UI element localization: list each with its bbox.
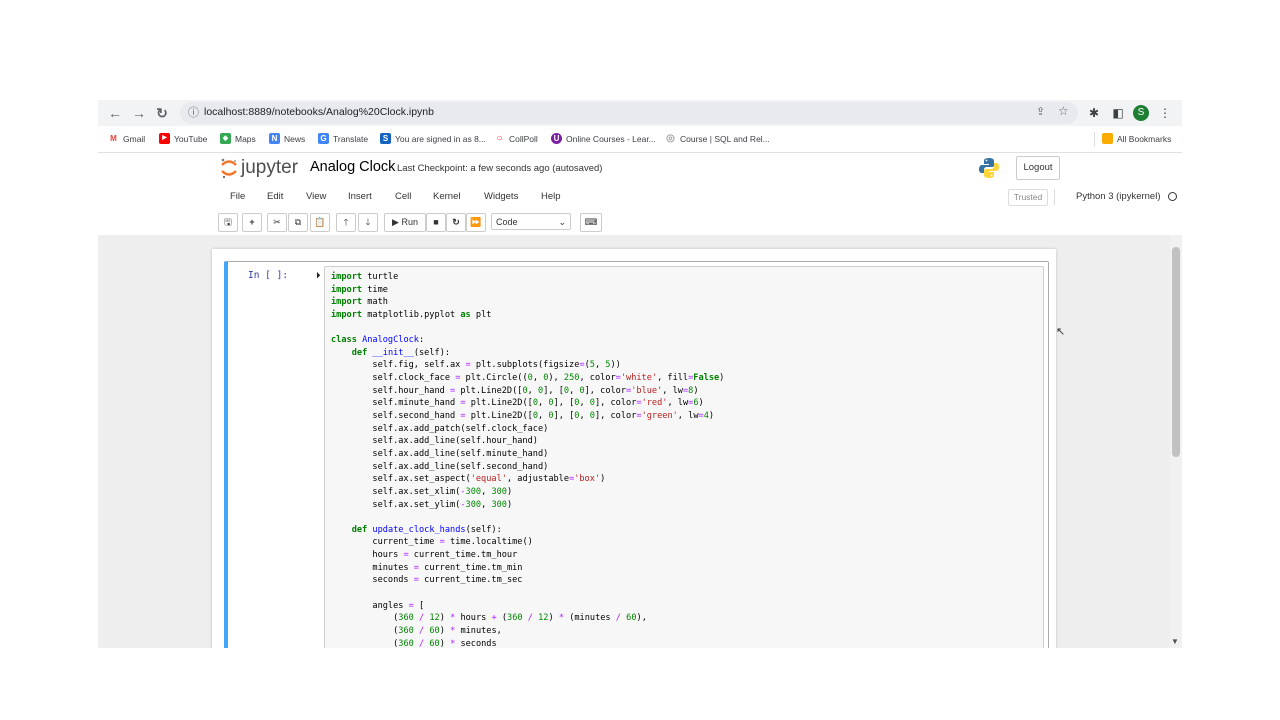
restart-icon[interactable]: ↻ xyxy=(446,213,466,232)
mouse-cursor-icon: ↖ xyxy=(1056,326,1066,338)
bookmark-online-courses[interactable]: U Online Courses - Lear... xyxy=(551,133,656,144)
bookmark-youtube[interactable]: ▶ YouTube xyxy=(159,133,207,144)
logout-button[interactable]: Logout xyxy=(1016,156,1060,180)
youtube-icon: ▶ xyxy=(159,133,170,144)
all-bookmarks[interactable]: All Bookmarks xyxy=(1102,133,1171,144)
url-text[interactable]: localhost:8889/notebooks/Analog%20Clock.… xyxy=(204,106,434,118)
jupyter-header: jupyter Analog Clock Last Checkpoint: a … xyxy=(98,153,1182,233)
menu-edit[interactable]: Edit xyxy=(267,191,283,202)
checkpoint-status: Last Checkpoint: a few seconds ago (auto… xyxy=(397,163,603,174)
interrupt-icon[interactable]: ■ xyxy=(426,213,446,232)
bookmark-news[interactable]: N News xyxy=(269,133,305,144)
menu-widgets[interactable]: Widgets xyxy=(484,191,518,202)
all-bookmarks-label: All Bookmarks xyxy=(1117,133,1172,144)
scroll-down-arrow-icon[interactable]: ▼ xyxy=(1171,637,1179,646)
menubar: File Edit View Insert Cell Kernel Widget… xyxy=(218,186,1177,208)
reload-icon[interactable]: ↻ xyxy=(153,104,171,122)
translate-icon: G xyxy=(318,133,329,144)
bookmark-label: CollPoll xyxy=(509,133,538,144)
bookmark-label: You are signed in as 8... xyxy=(395,133,486,144)
code-cell[interactable]: In [ ]: ⏵ import turtle import time impo… xyxy=(224,261,1049,648)
bookmark-label: Maps xyxy=(235,133,256,144)
bookmarks-bar: M Gmail ▶ YouTube ◆ Maps N News G Transl… xyxy=(98,126,1182,153)
browser-window: ← → ↻ ⓘ localhost:8889/notebooks/Analog%… xyxy=(98,100,1182,648)
bookmark-label: News xyxy=(284,133,306,144)
cell-type-value: Code xyxy=(496,217,518,227)
share-icon[interactable]: ⇪ xyxy=(1036,105,1045,118)
bookmark-label: Translate xyxy=(333,133,369,144)
menu-insert[interactable]: Insert xyxy=(348,191,372,202)
menu-kebab-icon[interactable]: ⋮ xyxy=(1157,105,1173,121)
trusted-indicator[interactable]: Trusted xyxy=(1008,189,1048,206)
cut-icon[interactable]: ✂ xyxy=(267,213,287,232)
menu-file[interactable]: File xyxy=(230,191,245,202)
menu-view[interactable]: View xyxy=(306,191,326,202)
bookmark-gmail[interactable]: M Gmail xyxy=(108,133,145,144)
bookmark-sql-course[interactable]: ◎ Course | SQL and Rel... xyxy=(665,133,770,144)
scrollbar-thumb[interactable] xyxy=(1172,247,1180,457)
copy-icon[interactable]: ⧉ xyxy=(288,213,308,232)
bookmark-maps[interactable]: ◆ Maps xyxy=(220,133,256,144)
gmail-icon: M xyxy=(108,133,119,144)
move-up-icon[interactable]: 🡑 xyxy=(336,213,356,232)
udemy-icon: U xyxy=(551,133,562,144)
run-button[interactable]: ▶ Run xyxy=(384,213,426,232)
run-cell-icon[interactable]: ⏵ xyxy=(316,270,321,281)
python-logo-icon xyxy=(978,157,1000,179)
bookmark-label: Gmail xyxy=(123,133,146,144)
notebook-container: In [ ]: ⏵ import turtle import time impo… xyxy=(98,235,1182,648)
kernel-status-icon xyxy=(1168,192,1177,201)
globe-icon: ◎ xyxy=(665,133,676,144)
insert-cell-icon[interactable]: + xyxy=(242,213,262,232)
keyboard-icon[interactable]: ⌨ xyxy=(580,213,602,232)
omnibox[interactable]: ⓘ localhost:8889/notebooks/Analog%20Cloc… xyxy=(180,102,1078,124)
collpoll-icon: ○ xyxy=(494,133,505,144)
side-panel-icon[interactable]: ◧ xyxy=(1110,105,1126,121)
menu-kernel[interactable]: Kernel xyxy=(433,191,460,202)
forward-icon[interactable]: → xyxy=(130,104,148,122)
save-icon[interactable]: 🖫 xyxy=(218,213,238,232)
bookmark-signed-in[interactable]: S You are signed in as 8... xyxy=(380,133,486,144)
cell-prompt: In [ ]: xyxy=(248,270,289,281)
move-down-icon[interactable]: 🡓 xyxy=(358,213,378,232)
notebook-sheet: In [ ]: ⏵ import turtle import time impo… xyxy=(212,249,1056,648)
jupyter-logo[interactable]: jupyter xyxy=(220,157,298,179)
bookmark-collpoll[interactable]: ○ CollPoll xyxy=(494,133,538,144)
menu-cell[interactable]: Cell xyxy=(395,191,411,202)
back-icon[interactable]: ← xyxy=(106,104,124,122)
s-icon: S xyxy=(380,133,391,144)
divider xyxy=(1054,189,1055,205)
paste-icon[interactable]: 📋 xyxy=(310,213,330,232)
maps-icon: ◆ xyxy=(220,133,231,144)
run-icon: ▶ xyxy=(392,217,399,227)
bookmark-star-icon[interactable]: ☆ xyxy=(1058,104,1069,118)
news-icon: N xyxy=(269,133,280,144)
run-label: Run xyxy=(401,217,418,227)
divider xyxy=(1094,132,1095,146)
notebook-toolbar: 🖫 + ✂ ⧉ 📋 🡑 🡓 ▶ Run ■ ↻ ⏩ Code ⌄ ⌨ xyxy=(218,212,1062,234)
cell-type-select[interactable]: Code ⌄ xyxy=(491,213,571,230)
jupyter-logo-text: jupyter xyxy=(241,157,299,178)
chevron-down-icon: ⌄ xyxy=(558,217,566,227)
folder-icon xyxy=(1102,133,1113,144)
bookmark-label: YouTube xyxy=(174,133,208,144)
address-bar-row: ← → ↻ ⓘ localhost:8889/notebooks/Analog%… xyxy=(98,100,1182,126)
code-editor[interactable]: import turtle import time import math im… xyxy=(324,266,1044,648)
code-text: import turtle import time import math im… xyxy=(331,272,725,648)
extensions-icon[interactable]: ✱ xyxy=(1086,105,1102,121)
menu-help[interactable]: Help xyxy=(541,191,561,202)
site-info-icon[interactable]: ⓘ xyxy=(188,105,202,119)
bookmark-translate[interactable]: G Translate xyxy=(318,133,368,144)
profile-avatar[interactable]: S xyxy=(1133,105,1149,121)
notebook-title[interactable]: Analog Clock xyxy=(310,159,395,175)
vertical-scrollbar[interactable] xyxy=(1170,235,1182,648)
fast-forward-icon[interactable]: ⏩ xyxy=(466,213,486,232)
bookmark-label: Course | SQL and Rel... xyxy=(680,133,770,144)
bookmark-label: Online Courses - Lear... xyxy=(566,133,656,144)
kernel-name[interactable]: Python 3 (ipykernel) xyxy=(1076,191,1160,202)
jupyter-logo-icon xyxy=(220,157,238,179)
